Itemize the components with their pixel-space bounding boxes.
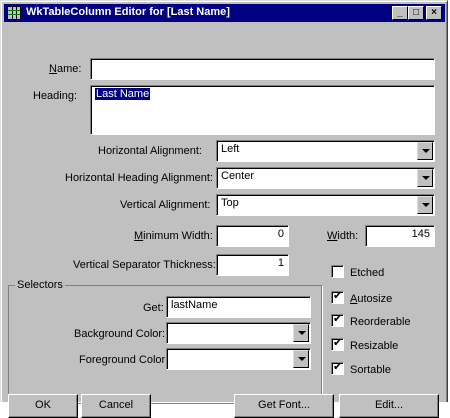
width-label: Width:	[327, 230, 359, 242]
minimize-button[interactable]: _	[392, 6, 408, 20]
halign-select[interactable]: Left	[216, 140, 435, 162]
maximize-button[interactable]: □	[408, 6, 424, 20]
sortable-checkbox[interactable]: Sortable	[331, 360, 391, 377]
vsep-label: Vertical Separator Thickness:	[73, 259, 216, 271]
close-button[interactable]: ×	[426, 6, 442, 20]
min-width-input[interactable]: 0	[216, 225, 289, 247]
table-app-icon	[7, 6, 21, 20]
get-input[interactable]: lastName	[166, 296, 311, 318]
ok-button[interactable]: OK	[8, 394, 78, 418]
width-input[interactable]: 145	[365, 225, 435, 247]
autosize-checkbox[interactable]: Autosize	[331, 289, 393, 306]
valign-value: Top	[221, 197, 239, 209]
resizable-checkbox[interactable]: Resizable	[331, 336, 399, 353]
chevron-down-icon[interactable]	[417, 142, 433, 160]
heading-label: Heading:	[33, 90, 78, 102]
selectors-group-label: Selectors	[15, 278, 65, 292]
valign-label: Vertical Alignment:	[120, 199, 211, 211]
hhalign-label: Horizontal Heading Alignment:	[65, 172, 213, 184]
editor-window: WkTableColumn Editor for [Last Name] _ □…	[0, 0, 448, 418]
chevron-down-icon[interactable]	[293, 324, 309, 342]
heading-input[interactable]: Last Name	[90, 85, 435, 135]
get-label: Get:	[143, 302, 164, 314]
min-width-label: Minimum Width:	[134, 230, 213, 242]
foreground-color-label: Foreground Color:	[79, 354, 169, 366]
hhalign-value: Center	[221, 170, 255, 182]
hhalign-select[interactable]: Center	[216, 167, 435, 189]
background-color-select[interactable]	[166, 322, 311, 344]
valign-select[interactable]: Top	[216, 194, 435, 216]
reorderable-label: Reorderable	[350, 316, 411, 328]
sortable-label: Sortable	[350, 364, 391, 376]
foreground-color-select[interactable]	[166, 348, 311, 370]
chevron-down-icon[interactable]	[417, 169, 433, 187]
checkbox-box	[331, 360, 344, 375]
get-font-button[interactable]: Get Font...	[234, 394, 334, 418]
etched-checkbox[interactable]: Etched	[331, 265, 384, 280]
chevron-down-icon[interactable]	[293, 350, 309, 368]
cancel-button[interactable]: Cancel	[81, 394, 151, 418]
vsep-input[interactable]: 1	[216, 254, 289, 276]
heading-selected-text: Last Name	[95, 88, 151, 100]
checkbox-box	[331, 336, 344, 351]
halign-value: Left	[221, 143, 240, 155]
checkbox-box	[331, 265, 344, 278]
resizable-label: Resizable	[350, 340, 399, 352]
halign-label: Horizontal Alignment:	[98, 145, 202, 157]
checkbox-box	[331, 312, 344, 327]
checkbox-box	[331, 289, 344, 304]
edit-button[interactable]: Edit...	[339, 394, 439, 418]
window-title: WkTableColumn Editor for [Last Name]	[26, 6, 230, 18]
chevron-down-icon[interactable]	[417, 196, 433, 214]
name-label: Name:	[49, 63, 82, 75]
etched-label: Etched	[350, 267, 385, 279]
name-input[interactable]	[90, 58, 435, 80]
title-bar[interactable]: WkTableColumn Editor for [Last Name] _ □…	[4, 4, 445, 22]
reorderable-checkbox[interactable]: Reorderable	[331, 312, 411, 329]
background-color-label: Background Color:	[74, 328, 166, 340]
autosize-label: Autosize	[350, 293, 393, 305]
